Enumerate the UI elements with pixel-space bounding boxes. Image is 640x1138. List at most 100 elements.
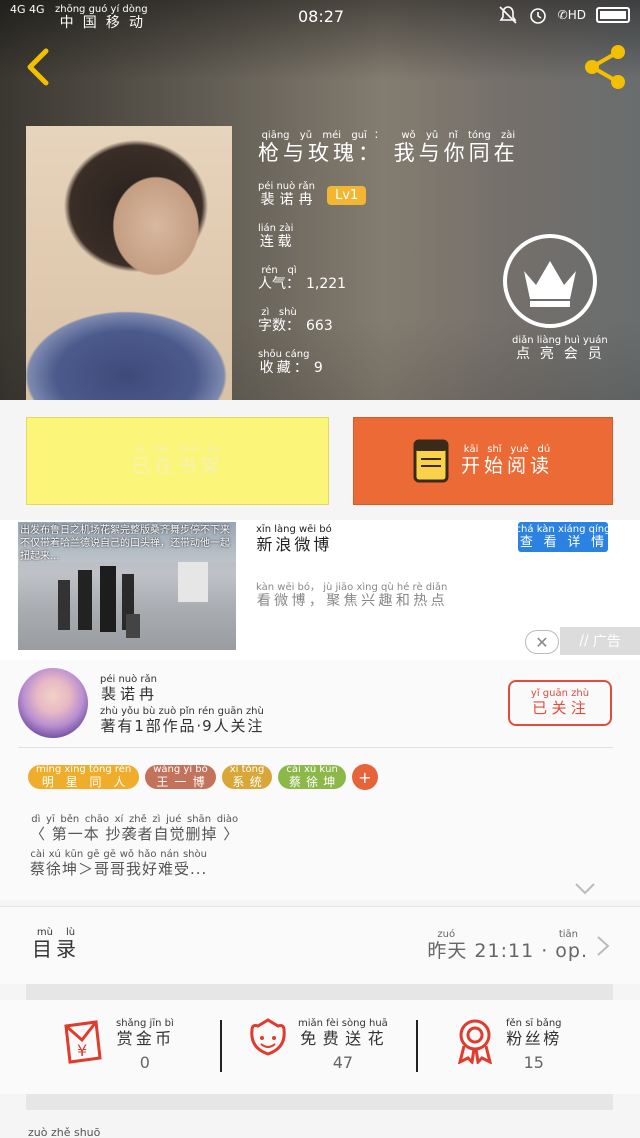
add-to-shelf-label: 已在书架: [131, 455, 224, 477]
table-of-contents-row[interactable]: 目录mù lù 昨天 21:11 · op.zuó tiān: [0, 906, 640, 984]
send-flower-value: 47: [332, 1053, 354, 1072]
send-flower-button[interactable]: 免费送花miǎn fèi sòng huā 47: [248, 1018, 388, 1072]
red-packet-icon: ¥: [64, 1020, 102, 1064]
ad-label: // 广告: [560, 627, 640, 655]
send-flower-pinyin: miǎn fèi sòng huā: [298, 1018, 388, 1029]
ad-label-text: 广告: [592, 634, 621, 650]
toc-label-pinyin: mù lù: [32, 927, 80, 938]
reward-coins-button[interactable]: ¥ 赏金币shǎng jīn bì 0: [60, 1018, 174, 1072]
tag-system[interactable]: 系统xì tǒng: [221, 764, 273, 789]
carrier: 中国移动zhōng guó yí dòng: [55, 4, 148, 32]
start-reading-label: 开始阅读: [460, 455, 553, 477]
book-author-row: 裴诺冉péi nuò rǎn Lv1: [258, 181, 519, 209]
book-title-text: 枪与玫瑰： 我与你同在: [258, 141, 519, 165]
chevron-down-icon[interactable]: [574, 882, 596, 896]
toc-last-update: 昨天 21:11 · op.zuó tiān: [427, 929, 610, 963]
summary-line-2-text: 蔡徐坤＞哥哥我好难受...: [30, 860, 208, 878]
popularity-label-pinyin: rén qì: [258, 265, 300, 276]
author-name[interactable]: 裴诺冉péi nuò rǎn: [100, 674, 157, 704]
favorites-label: 收藏：: [258, 360, 310, 376]
share-button[interactable]: [580, 42, 630, 90]
summary-line-2-pinyin: cài xú kūn gē gē wǒ hǎo nán shòu: [30, 849, 208, 860]
follow-button-pinyin: yǐ guān zhù: [530, 688, 590, 699]
summary-line-1-pinyin: dì yī běn chāo xí zhě zì jué shān diào: [30, 814, 240, 825]
add-to-shelf-pinyin: yǐ zài shū jià: [131, 444, 224, 455]
fans-ranking-text: 粉丝榜fěn sī bǎng 15: [506, 1018, 562, 1072]
carrier-pinyin: zhōng guó yí dòng: [55, 4, 148, 15]
follow-button-label: 已关注: [530, 699, 590, 717]
crown-icon[interactable]: [502, 233, 598, 329]
tag-label: 系统: [229, 775, 265, 789]
book-status-pinyin: lián zài: [258, 223, 294, 234]
start-reading-button[interactable]: 开始阅读kāi shǐ yuè dú: [353, 417, 613, 505]
book-icon: [413, 439, 449, 483]
send-flower-text: 免费送花miǎn fèi sòng huā 47: [298, 1018, 388, 1072]
network-text: 4G 4G: [10, 3, 45, 16]
vip-label[interactable]: 点亮会员diǎn liàng huì yuán: [512, 335, 608, 363]
ad-photo-scene: [18, 562, 236, 650]
ad-title[interactable]: 新浪微博xīn làng wēi bó: [256, 524, 332, 555]
follow-button[interactable]: 已关注yǐ guān zhù: [508, 680, 612, 726]
status-bar: 4G 4G 中国移动zhōng guó yí dòng 08:27 ✆HD: [0, 0, 640, 32]
start-reading-pinyin: kāi shǐ yuè dú: [460, 444, 553, 455]
add-tag-button[interactable]: +: [351, 764, 378, 790]
divider: [18, 747, 613, 748]
popularity-row: 人气：rén qì 1,221: [258, 265, 519, 293]
ad-stripes-icon: //: [579, 633, 589, 649]
ad-title-pinyin: xīn làng wēi bó: [256, 524, 332, 535]
section-separator: [26, 1094, 613, 1110]
ad-close-button[interactable]: ✕: [525, 630, 559, 654]
author-avatar[interactable]: [18, 668, 88, 738]
book-title-pinyin: qiāng yǔ méi guī： wǒ yǔ nǐ tóng zài: [258, 130, 519, 141]
author-name-pinyin: péi nuò rǎn: [100, 674, 158, 685]
add-to-shelf-button[interactable]: 已在书架yǐ zài shū jià: [26, 417, 329, 505]
reward-coins-label-text: 赏金币: [116, 1029, 174, 1048]
send-flower-label-text: 免费送花: [298, 1029, 388, 1048]
fans-ranking-pinyin: fěn sī bǎng: [506, 1018, 562, 1029]
ad-subtitle: 看微博，聚焦兴趣和热点kàn wēi bó， jù jiāo xìng qù h…: [256, 582, 447, 610]
favorites-row: 收藏：shōu cáng9: [258, 349, 519, 377]
tag-idol-fanfic[interactable]: 明星同人míng xīng tóng rén: [28, 764, 140, 789]
svg-text:¥: ¥: [77, 1041, 87, 1060]
tag-wang-yibo[interactable]: 王一博wáng yī bó: [145, 764, 216, 789]
reward-coins-pinyin: shǎng jīn bì: [116, 1018, 174, 1029]
ad-image[interactable]: 出发布鲁日之机场花絮完整版桑齐舞步停不下来不仅带着哈兰德说自己的口头禅，还带动他…: [18, 522, 236, 650]
author-meta: 著有1部作品·9人关注zhù yǒu bù zuò pǐn rén guān z…: [100, 706, 264, 736]
toc-label-text: 目录: [32, 937, 80, 961]
tag-label: 明星同人: [36, 775, 132, 789]
tag-cai-xukun[interactable]: 蔡徐坤cài xú kūn: [278, 764, 346, 789]
toc-update-text: 昨天 21:11 · op.: [427, 940, 588, 962]
book-info: 枪与玫瑰： 我与你同在qiāng yǔ méi guī： wǒ yǔ nǐ tó…: [258, 130, 519, 377]
book-summary: 〈 第一本 抄袭者自觉删掉 〉dì yī běn chāo xí zhě zì …: [30, 814, 239, 884]
network-indicator: 4G 4G: [10, 4, 45, 16]
hd-text: HD: [567, 8, 586, 22]
hd-call-icon: ✆HD: [557, 8, 586, 22]
divider: [220, 1020, 222, 1072]
author-meta-pinyin: zhù yǒu bù zuò pǐn rén guān zhù: [100, 706, 264, 717]
word-count-row: 字数：zì shù 663: [258, 307, 519, 335]
vip-label-pinyin: diǎn liàng huì yuán: [512, 335, 608, 346]
ad-title-text: 新浪微博: [256, 535, 332, 554]
book-title: 枪与玫瑰： 我与你同在qiāng yǔ méi guī： wǒ yǔ nǐ tó…: [258, 130, 519, 167]
book-header: 4G 4G 中国移动zhōng guó yí dòng 08:27 ✆HD 枪与…: [0, 0, 640, 400]
bell-muted-icon: [499, 6, 517, 24]
ad-banner[interactable]: 出发布鲁日之机场花絮完整版桑齐舞步停不下来不仅带着哈兰德说自己的口头禅，还带动他…: [0, 520, 640, 660]
word-count-label: 字数：: [258, 318, 300, 334]
ad-subtitle-pinyin: kàn wēi bó， jù jiāo xìng qù hé rè diǎn: [256, 582, 448, 593]
fans-ranking-label: 粉丝榜fěn sī bǎng: [506, 1018, 562, 1049]
summary-line-1-text: 〈 第一本 抄袭者自觉删掉 〉: [30, 825, 240, 843]
ad-view-details-button[interactable]: 查看详情chá kàn xiáng qíng: [516, 522, 610, 552]
back-button[interactable]: [18, 45, 58, 89]
popularity-value: 1,221: [306, 276, 347, 292]
clock: 08:27: [298, 7, 345, 26]
reward-coins-text: 赏金币shǎng jīn bì 0: [116, 1018, 174, 1072]
favorites-label-pinyin: shōu cáng: [258, 349, 310, 360]
tag-pinyin: xì tǒng: [229, 764, 265, 775]
book-author[interactable]: 裴诺冉: [258, 192, 315, 208]
tag-pinyin: cài xú kūn: [286, 764, 338, 775]
ad-subtitle-text: 看微博，聚焦兴趣和热点: [256, 593, 448, 609]
fans-ranking-button[interactable]: 粉丝榜fěn sī bǎng 15: [454, 1018, 562, 1072]
stats-bar: ¥ 赏金币shǎng jīn bì 0 免费送花miǎn fèi sòng hu…: [0, 1000, 640, 1094]
tag-label: 王一博: [153, 775, 208, 789]
book-cover-image[interactable]: [26, 126, 232, 400]
